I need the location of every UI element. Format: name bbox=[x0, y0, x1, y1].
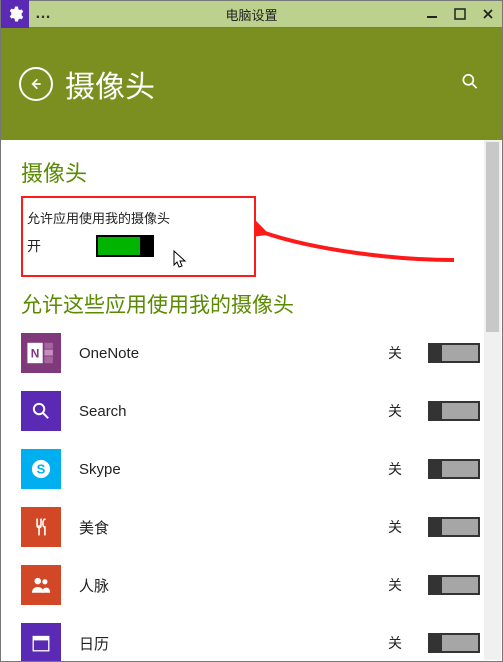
app-row-people: 人脉 关 bbox=[21, 565, 480, 605]
page-title: 摄像头 bbox=[65, 62, 155, 106]
close-button[interactable] bbox=[474, 0, 502, 28]
onenote-icon: N bbox=[21, 333, 61, 373]
app-name: Skype bbox=[79, 461, 388, 478]
app-state: 关 bbox=[388, 459, 428, 479]
app-state: 关 bbox=[388, 401, 428, 421]
app-toggle-food[interactable] bbox=[428, 517, 480, 537]
window-controls bbox=[418, 0, 502, 28]
app-name: 日历 bbox=[79, 633, 388, 654]
scrollbar[interactable] bbox=[484, 140, 501, 660]
search-icon bbox=[460, 72, 480, 92]
svg-text:S: S bbox=[37, 462, 46, 477]
section-title-apps: 允许这些应用使用我的摄像头 bbox=[21, 289, 502, 319]
annotation-box: 允许应用使用我的摄像头 开 bbox=[21, 196, 256, 277]
annotation-arrow bbox=[254, 210, 464, 275]
app-state: 关 bbox=[388, 343, 428, 363]
search-button[interactable] bbox=[460, 72, 480, 97]
arrow-left-icon bbox=[28, 76, 44, 92]
app-toggle-search[interactable] bbox=[428, 401, 480, 421]
app-toggle-skype[interactable] bbox=[428, 459, 480, 479]
app-toggle-onenote[interactable] bbox=[428, 343, 480, 363]
app-name: 美食 bbox=[79, 517, 388, 538]
app-name: OneNote bbox=[79, 345, 388, 362]
app-name: Search bbox=[79, 403, 388, 420]
app-row-onenote: N OneNote 关 bbox=[21, 333, 480, 373]
skype-icon: S bbox=[21, 449, 61, 489]
food-icon bbox=[21, 507, 61, 547]
camera-permission-toggle[interactable] bbox=[96, 235, 154, 257]
maximize-button[interactable] bbox=[446, 0, 474, 28]
section-title-camera: 摄像头 bbox=[21, 156, 502, 188]
calendar-icon bbox=[21, 623, 61, 662]
app-row-search: Search 关 bbox=[21, 391, 480, 431]
permission-label: 允许应用使用我的摄像头 bbox=[27, 208, 244, 227]
search-app-icon bbox=[21, 391, 61, 431]
app-state: 关 bbox=[388, 517, 428, 537]
permission-state: 开 bbox=[27, 236, 41, 256]
app-name: 人脉 bbox=[79, 575, 388, 596]
gear-icon bbox=[6, 5, 24, 23]
minimize-button[interactable] bbox=[418, 0, 446, 28]
app-row-food: 美食 关 bbox=[21, 507, 480, 547]
menu-dots[interactable]: … bbox=[29, 5, 57, 23]
cursor-icon bbox=[173, 250, 189, 275]
app-row-calendar: 日历 关 bbox=[21, 623, 480, 662]
app-toggle-people[interactable] bbox=[428, 575, 480, 595]
back-button[interactable] bbox=[19, 67, 53, 101]
app-state: 关 bbox=[388, 575, 428, 595]
system-settings-icon bbox=[1, 0, 29, 28]
app-toggle-calendar[interactable] bbox=[428, 633, 480, 653]
app-list: N OneNote 关 Search 关 S Skype 关 bbox=[21, 333, 502, 633]
title-bar: … 电脑设置 bbox=[0, 0, 503, 28]
people-icon bbox=[21, 565, 61, 605]
app-row-skype: S Skype 关 bbox=[21, 449, 480, 489]
app-state: 关 bbox=[388, 633, 428, 653]
svg-text:N: N bbox=[31, 346, 40, 360]
scrollbar-thumb[interactable] bbox=[486, 142, 499, 332]
page-header: 摄像头 bbox=[0, 28, 503, 140]
